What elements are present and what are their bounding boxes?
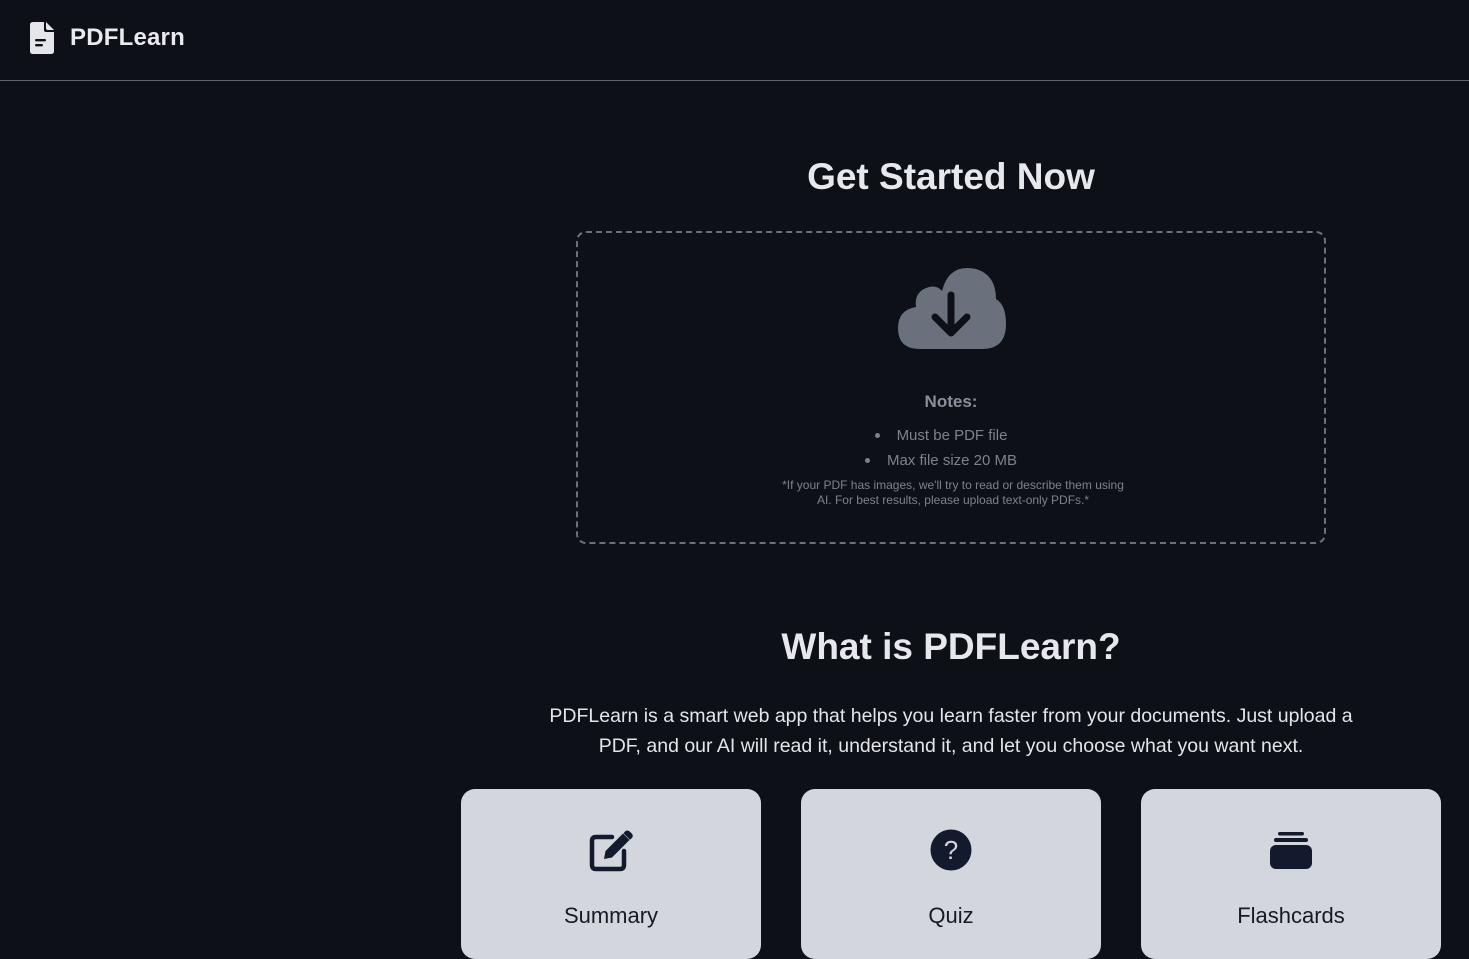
quiz-label: Quiz [928,903,974,928]
note-text: Max file size 20 MB [886,452,1018,469]
edit-pencil-icon [461,829,761,873]
get-started-title: Get Started Now [807,156,1095,197]
bullet-icon [864,458,870,463]
cloud-download-icon [896,261,1008,358]
notes-list: Must be PDF file Max file size 20 MB [578,423,1324,473]
about-title: What is PDFLearn? [781,626,1121,667]
top-header: PDFLearn [0,0,1469,81]
notes-title: Notes: [924,392,978,411]
note-item: Must be PDF file [578,423,1324,448]
question-circle-icon: ? [801,829,1101,871]
flashcards-label: Flashcards [1237,903,1345,928]
note-item: Max file size 20 MB [578,448,1324,473]
flashcards-card[interactable]: Flashcards [1141,789,1441,959]
brand-logo-link[interactable]: PDFLearn [30,20,185,56]
pdf-upload-dropzone[interactable]: Notes: Must be PDF file Max file size 20… [576,231,1326,544]
app-name: PDFLearn [70,24,185,51]
bullet-icon [874,433,880,438]
svg-text:?: ? [944,835,958,865]
card-stack-icon [1141,829,1441,871]
quiz-card[interactable]: ? Quiz [801,789,1101,959]
note-text: Must be PDF file [896,427,1008,444]
image-pdf-fineprint: *If your PDF has images, we'll try to re… [782,478,1124,507]
file-document-icon [30,22,54,54]
summary-label: Summary [563,903,659,928]
summary-card[interactable]: Summary [461,789,761,959]
about-description: PDFLearn is a smart web app that helps y… [549,705,1353,757]
